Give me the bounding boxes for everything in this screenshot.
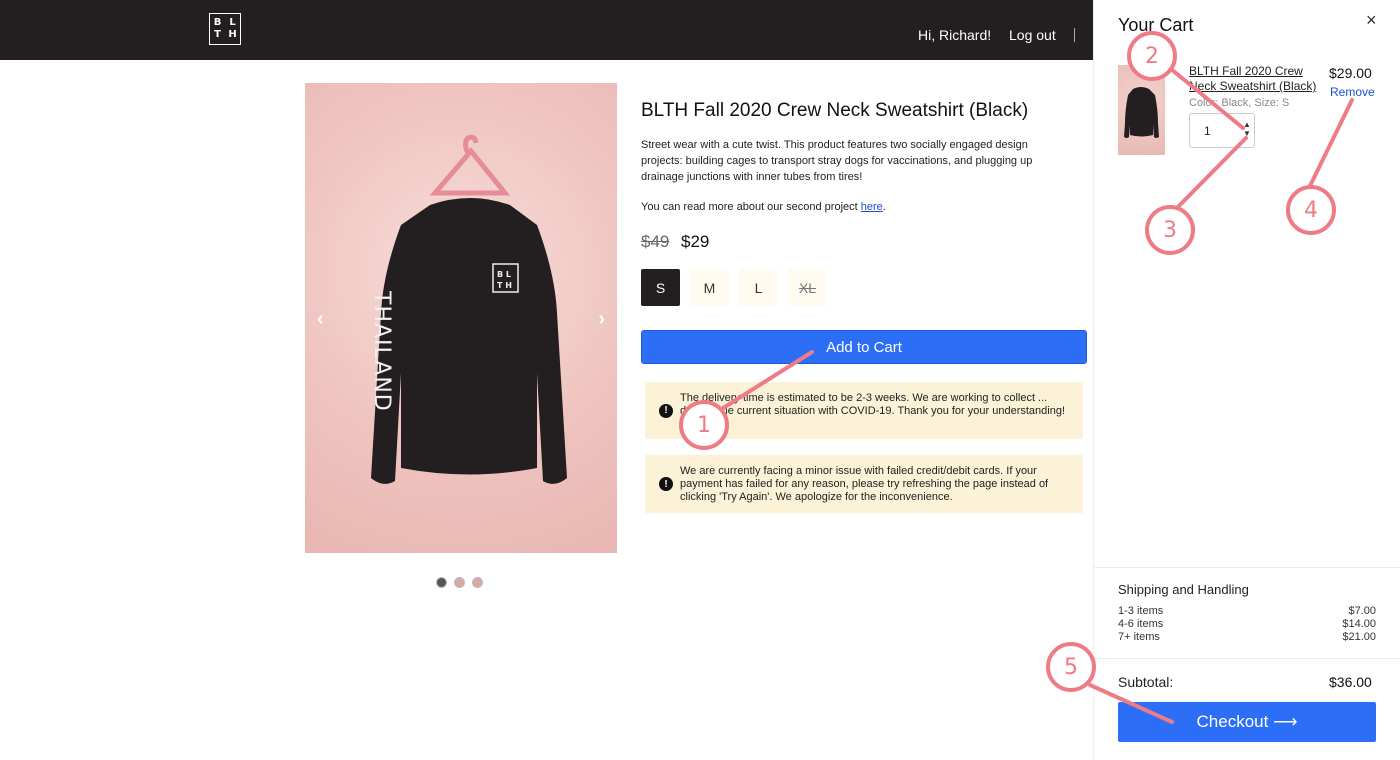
checkout-button[interactable]: Checkout ⟶ xyxy=(1118,702,1376,742)
brand-logo[interactable]: B L T H xyxy=(209,13,241,45)
shipping-row-price: $14.00 xyxy=(1342,618,1376,630)
svg-text:T H: T H xyxy=(497,281,512,290)
payment-notice: ! We are currently facing a minor issue … xyxy=(645,455,1083,513)
cart-divider xyxy=(1094,658,1400,659)
size-selector: S M L XL xyxy=(641,269,827,306)
annotation-marker: 3 xyxy=(1145,205,1195,255)
carousel-indicators xyxy=(436,577,483,588)
size-option-s[interactable]: S xyxy=(641,269,680,306)
carousel-dot[interactable] xyxy=(436,577,447,588)
product-description: Street wear with a cute twist. This prod… xyxy=(641,139,1033,183)
size-option-l[interactable]: L xyxy=(739,269,778,306)
alert-icon: ! xyxy=(659,403,673,418)
shipping-row-price: $7.00 xyxy=(1348,605,1376,617)
carousel-prev-icon[interactable]: ‹ xyxy=(317,308,324,331)
annotation-marker: 4 xyxy=(1286,185,1336,235)
carousel-dot[interactable] xyxy=(454,577,465,588)
more-info-link[interactable]: here xyxy=(861,201,883,213)
more-info-text: You can read more about our second proje… xyxy=(641,201,886,213)
top-navbar: B L T H Hi, Richard! Log out xyxy=(0,0,1093,60)
shipping-row: 1-3 items $7.00 xyxy=(1118,605,1376,617)
quantity-stepper[interactable]: ▲ ▼ xyxy=(1243,120,1251,138)
shipping-title: Shipping and Handling xyxy=(1118,582,1249,597)
product-title: BLTH Fall 2020 Crew Neck Sweatshirt (Bla… xyxy=(641,100,1029,121)
logo-letter-t: T xyxy=(214,29,221,40)
alert-icon: ! xyxy=(659,477,673,491)
annotation-marker: 5 xyxy=(1046,642,1096,692)
shipping-row: 7+ items $21.00 xyxy=(1118,631,1376,643)
sleeve-print-text: THAILAND xyxy=(369,290,394,412)
annotation-marker: 2 xyxy=(1127,31,1177,81)
cart-divider xyxy=(1094,567,1400,568)
subtotal-value: $36.00 xyxy=(1329,674,1372,690)
more-info-end: . xyxy=(882,201,886,213)
shipping-row-price: $21.00 xyxy=(1342,631,1376,643)
cart-item-price: $29.00 xyxy=(1329,65,1372,81)
carousel-next-icon[interactable]: › xyxy=(598,308,605,331)
annotation-marker: 1 xyxy=(679,400,729,450)
product-image-carousel: B L T H THAILAND ‹ › xyxy=(305,83,617,553)
size-option-xl[interactable]: XL xyxy=(788,269,827,306)
add-to-cart-button[interactable]: Add to Cart xyxy=(641,330,1087,364)
carousel-dot[interactable] xyxy=(472,577,483,588)
sweatshirt-image: B L T H THAILAND xyxy=(369,134,567,484)
logo-letter-b: B xyxy=(213,17,222,28)
payment-notice-text: We are currently facing a minor issue wi… xyxy=(680,465,1049,503)
logout-link[interactable]: Log out xyxy=(1009,27,1056,43)
logo-letter-h: H xyxy=(228,29,237,40)
shipping-row-label: 7+ items xyxy=(1118,631,1160,643)
logo-letter-l: L xyxy=(229,17,236,28)
sale-price: $29 xyxy=(681,232,710,251)
close-icon[interactable]: × xyxy=(1366,10,1377,31)
shipping-row: 4-6 items $14.00 xyxy=(1118,618,1376,630)
more-info-label: You can read more about our second proje… xyxy=(641,201,861,213)
user-greeting: Hi, Richard! xyxy=(918,27,992,43)
remove-item-link[interactable]: Remove xyxy=(1330,85,1375,99)
delivery-notice-text: The delivery time is estimated to be 2-3… xyxy=(680,392,1066,417)
cart-item-options: Color: Black, Size: S xyxy=(1189,97,1290,109)
original-price: $49 xyxy=(641,232,670,251)
cart-item-name[interactable]: BLTH Fall 2020 Crew Neck Sweatshirt (Bla… xyxy=(1189,64,1324,94)
cart-panel: Your Cart × BLTH Fall 2020 Crew Neck Swe… xyxy=(1093,0,1400,760)
size-option-m[interactable]: M xyxy=(690,269,729,306)
subtotal-label: Subtotal: xyxy=(1118,674,1174,690)
svg-text:B L: B L xyxy=(497,270,511,279)
shipping-row-label: 4-6 items xyxy=(1118,618,1164,630)
nav-divider xyxy=(1074,28,1075,42)
shipping-row-label: 1-3 items xyxy=(1118,605,1164,617)
